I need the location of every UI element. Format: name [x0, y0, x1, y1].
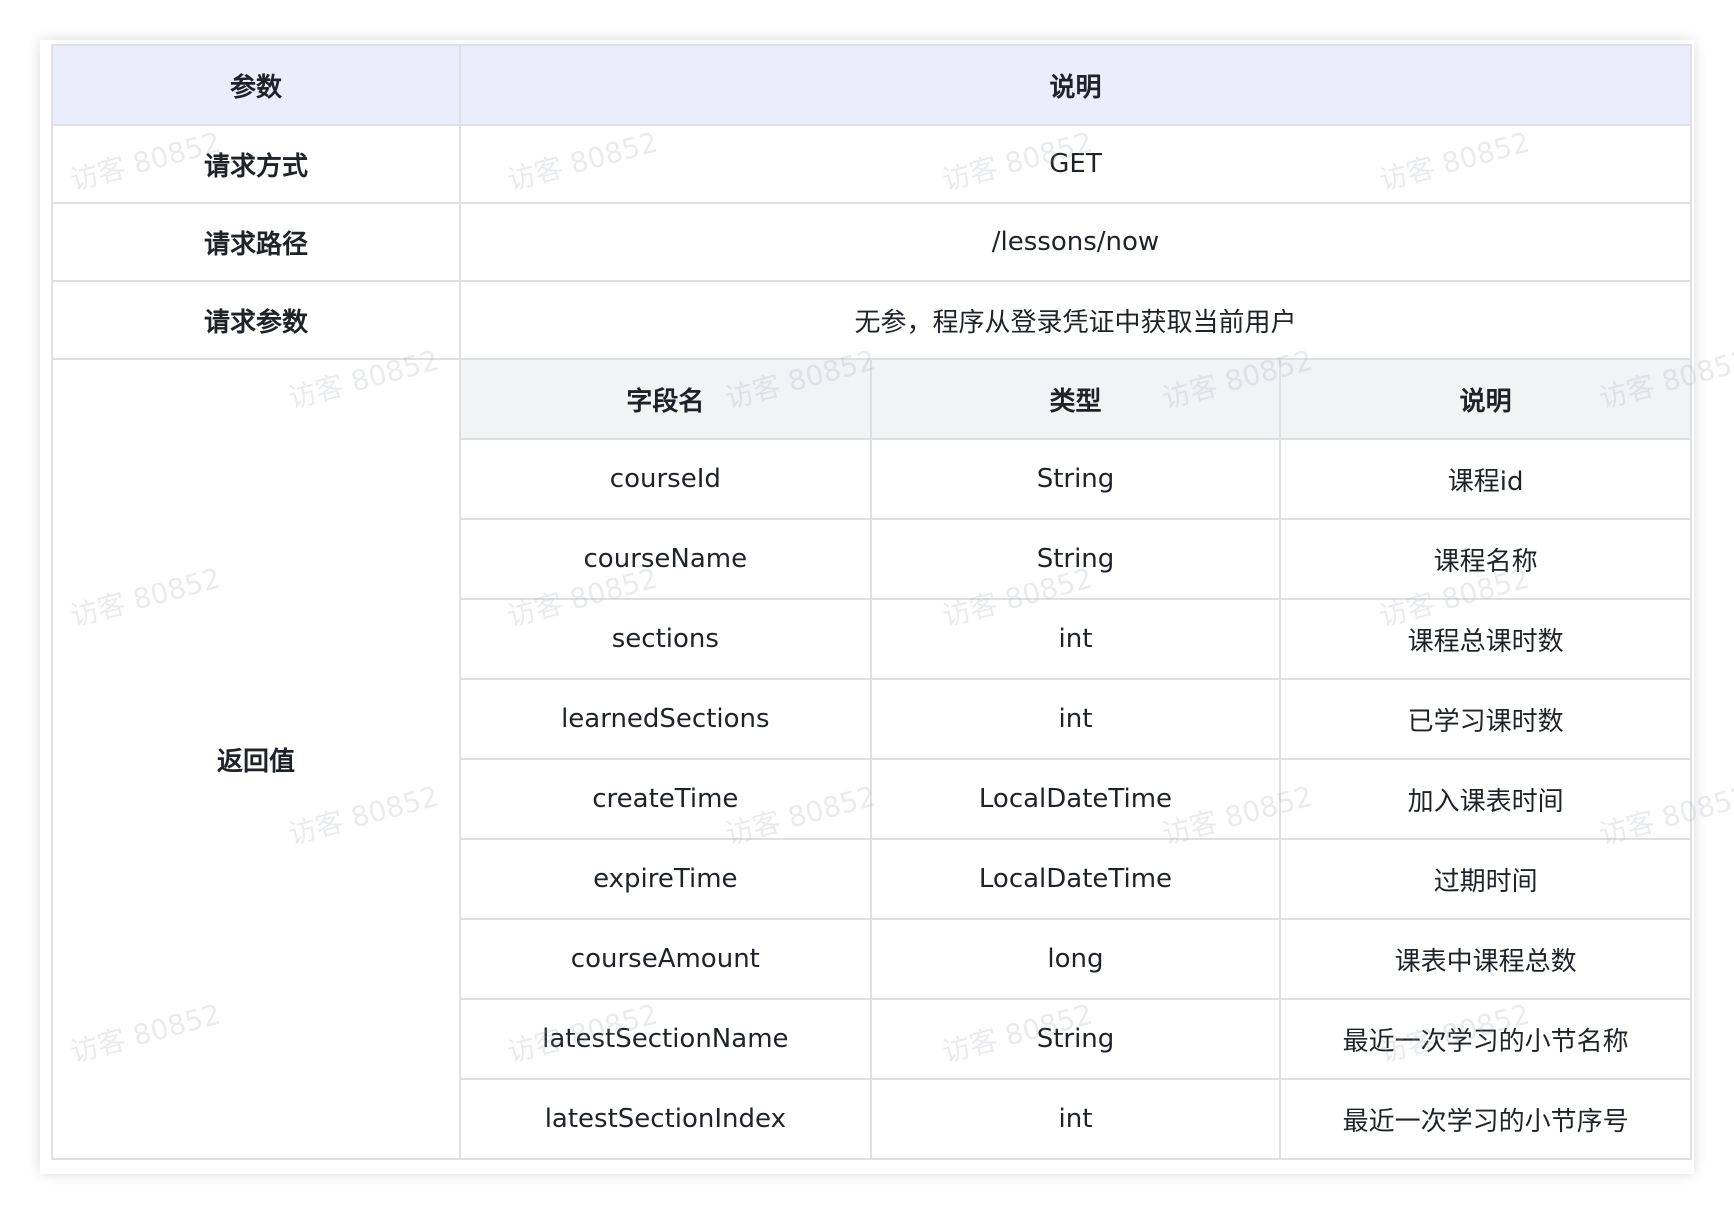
field-type: String: [869, 999, 1282, 1080]
field-row: courseAmount long 课表中课程总数: [461, 919, 1690, 1000]
param-value: GET: [459, 124, 1692, 204]
param-label: 请求方式: [51, 124, 461, 204]
api-parameter-table: 参数 说明 请求方式 GET 请求路径 /lessons/now 请求参数 无参…: [51, 44, 1692, 1160]
field-description: 最近一次学习的小节序号: [1279, 1079, 1690, 1158]
return-fields-cell: 字段名 类型 说明 courseId String 课程id courseNam…: [459, 358, 1692, 1160]
field-description: 已学习课时数: [1279, 679, 1690, 760]
table-row-request-path: 请求路径 /lessons/now: [51, 202, 1692, 282]
field-type: int: [869, 679, 1282, 760]
field-description: 课表中课程总数: [1279, 919, 1690, 1000]
table-row-return-value: 返回值 字段名 类型 说明 courseId String 课程id cours…: [51, 358, 1692, 1160]
field-type: long: [869, 919, 1282, 1000]
column-header-type: 类型: [869, 360, 1282, 440]
param-value: 无参，程序从登录凭证中获取当前用户: [459, 280, 1692, 360]
field-name: courseName: [461, 519, 872, 600]
table-header-row: 参数 说明: [51, 44, 1692, 126]
param-label: 返回值: [51, 358, 461, 1160]
field-name: latestSectionIndex: [461, 1079, 872, 1158]
field-row: learnedSections int 已学习课时数: [461, 679, 1690, 760]
field-type: String: [869, 439, 1282, 520]
field-type: int: [869, 1079, 1282, 1158]
field-description: 加入课表时间: [1279, 759, 1690, 840]
table-row-request-method: 请求方式 GET: [51, 124, 1692, 204]
field-type: LocalDateTime: [869, 759, 1282, 840]
header-param: 参数: [51, 44, 461, 126]
field-row: latestSectionIndex int 最近一次学习的小节序号: [461, 1079, 1690, 1158]
field-description: 过期时间: [1279, 839, 1690, 920]
field-row: expireTime LocalDateTime 过期时间: [461, 839, 1690, 920]
field-name: courseAmount: [461, 919, 872, 1000]
field-type: int: [869, 599, 1282, 680]
return-fields-header-row: 字段名 类型 说明: [461, 360, 1690, 440]
column-header-field-name: 字段名: [461, 360, 872, 440]
field-name: expireTime: [461, 839, 872, 920]
param-label: 请求路径: [51, 202, 461, 282]
field-description: 课程名称: [1279, 519, 1690, 600]
table-row-request-params: 请求参数 无参，程序从登录凭证中获取当前用户: [51, 280, 1692, 360]
param-label: 请求参数: [51, 280, 461, 360]
header-description: 说明: [459, 44, 1692, 126]
field-description: 课程id: [1279, 439, 1690, 520]
field-row: latestSectionName String 最近一次学习的小节名称: [461, 999, 1690, 1080]
column-header-description: 说明: [1279, 360, 1690, 440]
field-name: sections: [461, 599, 872, 680]
field-row: sections int 课程总课时数: [461, 599, 1690, 680]
field-row: courseName String 课程名称: [461, 519, 1690, 600]
field-name: learnedSections: [461, 679, 872, 760]
field-name: courseId: [461, 439, 872, 520]
field-row: courseId String 课程id: [461, 439, 1690, 520]
field-description: 课程总课时数: [1279, 599, 1690, 680]
field-type: LocalDateTime: [869, 839, 1282, 920]
field-name: latestSectionName: [461, 999, 872, 1080]
api-doc-card: 参数 说明 请求方式 GET 请求路径 /lessons/now 请求参数 无参…: [40, 40, 1734, 1174]
field-name: createTime: [461, 759, 872, 840]
return-fields-table: 字段名 类型 说明 courseId String 课程id courseNam…: [461, 360, 1690, 1158]
field-row: createTime LocalDateTime 加入课表时间: [461, 759, 1690, 840]
param-value: /lessons/now: [459, 202, 1692, 282]
field-description: 最近一次学习的小节名称: [1279, 999, 1690, 1080]
field-type: String: [869, 519, 1282, 600]
